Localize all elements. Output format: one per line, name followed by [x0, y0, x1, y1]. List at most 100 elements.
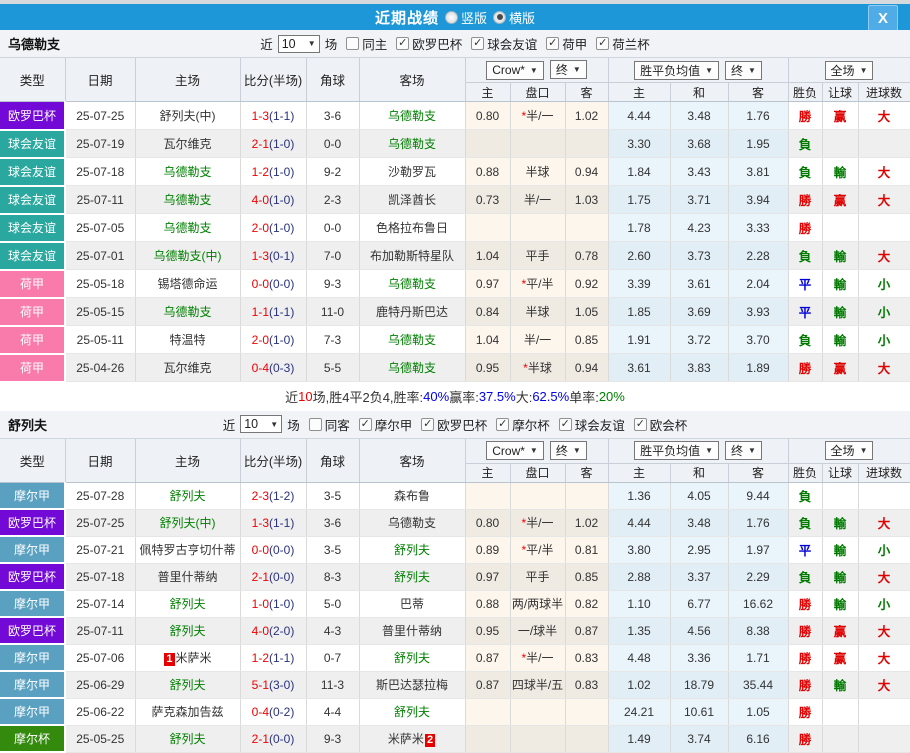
home-team-cell: 乌德勒支	[135, 214, 240, 242]
corner-cell: 3-6	[306, 102, 359, 130]
filter-checkbox[interactable]: ✓	[396, 37, 409, 50]
layout-vertical-radio[interactable]: 竖版	[445, 8, 487, 27]
odds-home-cell: 0.88	[465, 158, 510, 186]
away-team-cell: 乌德勒支	[359, 354, 465, 382]
filter-checkbox[interactable]	[309, 418, 322, 431]
score-cell: 4-0(1-0)	[240, 186, 306, 214]
score-cell: 1-3(0-1)	[240, 242, 306, 270]
halftime-score: (0-3)	[269, 361, 294, 375]
result-cell: 負	[788, 509, 822, 536]
handicap-cell: 半/一	[510, 326, 565, 354]
odds-away-cell: 0.83	[565, 644, 608, 671]
handicap-cell	[510, 725, 565, 752]
avg-home-cell: 2.88	[608, 563, 670, 590]
match-type-cell: 荷甲	[0, 270, 65, 298]
halftime-score: (1-1)	[269, 109, 294, 123]
match-date-cell: 25-07-14	[65, 590, 135, 617]
corner-cell: 8-3	[306, 563, 359, 590]
handicap-cell	[510, 214, 565, 242]
dropdown-arrow-icon: ▼	[705, 66, 713, 75]
corner-cell: 4-3	[306, 617, 359, 644]
table-row: 摩尔甲25-07-28舒列夫2-3(1-2)3-5森布鲁1.364.059.44…	[0, 482, 910, 509]
halftime-score: (2-0)	[269, 624, 294, 638]
odds-away-cell: 0.82	[565, 590, 608, 617]
avg-away-cell: 8.38	[728, 617, 788, 644]
filter-checkbox[interactable]: ✓	[359, 418, 372, 431]
match-count-select[interactable]: 10▼	[278, 35, 320, 53]
away-team-cell: 米萨米2	[359, 725, 465, 752]
goals-result-cell: 大	[858, 509, 910, 536]
table-row: 摩尔杯25-05-25舒列夫2-1(0-0)9-3米萨米21.493.746.1…	[0, 725, 910, 752]
column-header-date: 日期	[65, 439, 135, 483]
column-header-corner: 角球	[306, 58, 359, 102]
handicap-result-cell: 輸	[822, 242, 858, 270]
odds-company-select[interactable]: Crow*▼	[486, 61, 544, 80]
summary-text: 大:	[516, 387, 533, 406]
result-cell: 勝	[788, 102, 822, 130]
match-date-cell: 25-07-18	[65, 158, 135, 186]
avg-away-cell: 3.81	[728, 158, 788, 186]
home-team-cell: 特温特	[135, 326, 240, 354]
score-cell: 2-0(1-0)	[240, 214, 306, 242]
match-type-cell: 摩尔甲	[0, 536, 65, 563]
corner-cell: 9-3	[306, 270, 359, 298]
avg-away-cell: 1.89	[728, 354, 788, 382]
fulltime-score: 1-0	[252, 597, 269, 611]
close-button[interactable]: X	[868, 5, 898, 31]
handicap-result-cell: 輸	[822, 536, 858, 563]
avg-home-cell: 24.21	[608, 698, 670, 725]
avg-stage-select[interactable]: 终▼	[725, 61, 762, 80]
corner-cell: 3-6	[306, 509, 359, 536]
filter-checkbox[interactable]: ✓	[471, 37, 484, 50]
filter-checkbox[interactable]: ✓	[546, 37, 559, 50]
away-team-cell: 凯泽酋长	[359, 186, 465, 214]
result-cell: 勝	[788, 590, 822, 617]
result-cell: 勝	[788, 671, 822, 698]
subcolumn-header: 和	[670, 463, 728, 482]
avg-away-cell: 1.97	[728, 536, 788, 563]
fulltime-score: 2-0	[252, 333, 269, 347]
summary-text: 20%	[599, 389, 625, 404]
match-count-select[interactable]: 10▼	[240, 415, 282, 433]
subcolumn-header: 客	[565, 463, 608, 482]
odds-home-cell: 1.04	[465, 326, 510, 354]
halftime-score: (1-0)	[269, 597, 294, 611]
filter-checkbox[interactable]: ✓	[596, 37, 609, 50]
dropdown-arrow-icon: ▼	[573, 446, 581, 455]
match-date-cell: 25-07-11	[65, 617, 135, 644]
odds-stage-select[interactable]: 终▼	[550, 441, 587, 460]
fulltime-scope-select[interactable]: 全场▼	[825, 441, 874, 460]
layout-horizontal-radio[interactable]: 横版	[493, 8, 535, 27]
filter-checkbox[interactable]: ✓	[421, 418, 434, 431]
corner-cell: 0-0	[306, 214, 359, 242]
select-value: 终	[731, 442, 743, 459]
filter-checkbox[interactable]: ✓	[496, 418, 509, 431]
odds-home-cell: 0.87	[465, 671, 510, 698]
avg-type-select[interactable]: 胜平负均值▼	[634, 441, 719, 460]
home-team-cell: 舒列夫	[135, 590, 240, 617]
home-team-cell: 佩特罗古亨切什蒂	[135, 536, 240, 563]
filter-checkbox[interactable]	[346, 37, 359, 50]
filter-checkbox[interactable]: ✓	[559, 418, 572, 431]
avg-type-select[interactable]: 胜平负均值▼	[634, 61, 719, 80]
away-team-cell: 乌德勒支	[359, 326, 465, 354]
section-bar-team2: 舒列夫 近10▼场同客✓摩尔甲✓欧罗巴杯✓摩尔杯✓球会友谊✓欧会杯	[0, 411, 910, 439]
fulltime-scope-select[interactable]: 全场▼	[825, 61, 874, 80]
match-date-cell: 25-05-25	[65, 725, 135, 752]
avg-stage-select[interactable]: 终▼	[725, 441, 762, 460]
select-value: 终	[556, 442, 568, 459]
odds-company-select[interactable]: Crow*▼	[486, 441, 544, 460]
avg-away-cell: 1.76	[728, 102, 788, 130]
filter-checkbox[interactable]: ✓	[634, 418, 647, 431]
odds-away-cell: 0.83	[565, 671, 608, 698]
column-header-score: 比分(半场)	[240, 439, 306, 483]
handicap-cell: *平/半	[510, 270, 565, 298]
score-cell: 2-1(1-0)	[240, 130, 306, 158]
match-date-cell: 25-06-29	[65, 671, 135, 698]
odds-stage-select[interactable]: 终▼	[550, 60, 587, 79]
table-row: 欧罗巴杯25-07-11舒列夫4-0(2-0)4-3普里什蒂纳0.95一/球半0…	[0, 617, 910, 644]
handicap-cell: *半/一	[510, 644, 565, 671]
summary-text: 近	[285, 387, 298, 406]
avg-home-cell: 1.02	[608, 671, 670, 698]
select-value: Crow*	[492, 63, 525, 77]
